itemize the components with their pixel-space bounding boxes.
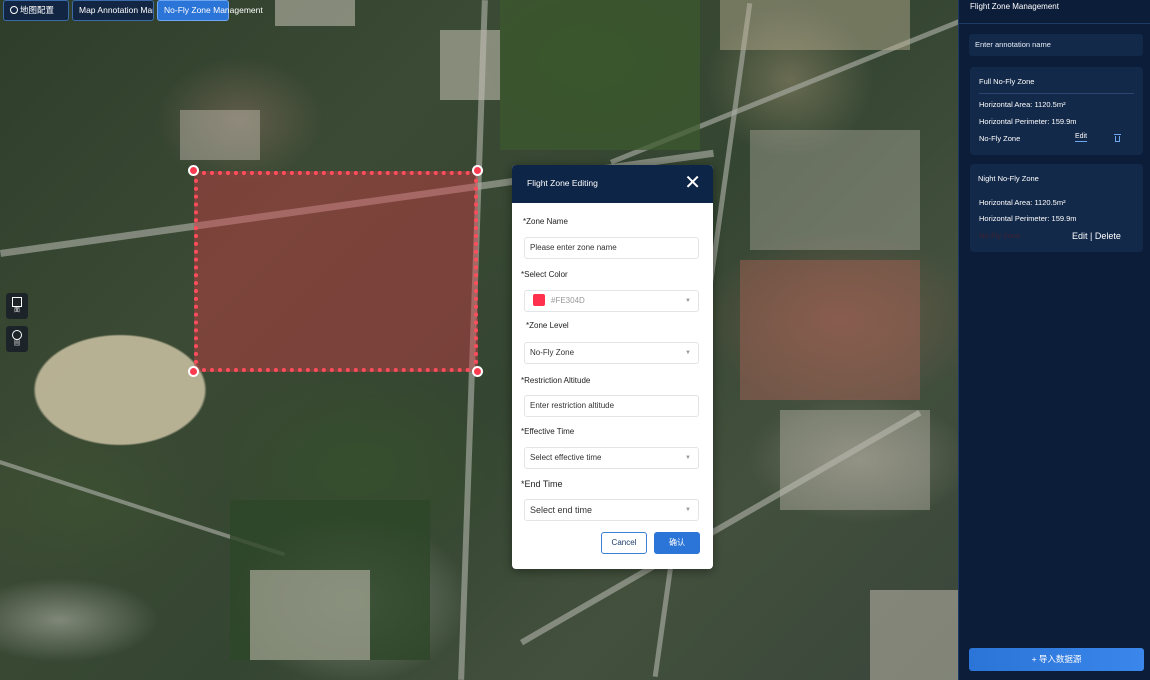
- zone-level-select[interactable]: No-Fly Zone ▼: [524, 342, 699, 364]
- zone-card-full-no-fly[interactable]: Full No-Fly Zone Horizontal Area: 1120.5…: [970, 67, 1143, 155]
- map-building: [870, 590, 958, 680]
- dialog-header: Flight Zone Editing ✕: [512, 165, 713, 203]
- effective-time-picker[interactable]: Select effective time ▼: [524, 447, 699, 469]
- zone-card-name: Night No-Fly Zone: [978, 174, 1039, 183]
- zone-card-name: Full No-Fly Zone: [979, 77, 1035, 86]
- map-building: [750, 130, 920, 250]
- trash-icon[interactable]: [1114, 134, 1121, 142]
- select-color-label: *Select Color: [521, 270, 568, 279]
- map-building: [250, 570, 370, 660]
- map-field: [720, 0, 910, 50]
- card-divider: [979, 93, 1134, 94]
- chevron-down-icon: ▼: [685, 455, 691, 461]
- zone-name-input[interactable]: Please enter zone name: [524, 237, 699, 259]
- zone-level-label: *Zone Level: [526, 321, 569, 330]
- zone-card-perimeter: Horizontal Perimeter: 159.9m: [979, 117, 1077, 126]
- panel-title: Flight Zone Management: [970, 2, 1059, 11]
- restriction-altitude-label: *Restriction Altitude: [521, 376, 591, 385]
- map-building: [275, 0, 355, 26]
- zone-card-area: Horizontal Area: 1120.5m²: [979, 100, 1066, 109]
- annotation-search-input[interactable]: Enter annotation name: [969, 34, 1143, 56]
- zone-level-value: No-Fly Zone: [530, 348, 575, 357]
- close-icon[interactable]: ✕: [684, 173, 701, 193]
- restriction-altitude-input[interactable]: Enter restriction altitude: [524, 395, 699, 417]
- zone-name-label: *Zone Name: [523, 217, 568, 226]
- tab-label: Map Annotation Management: [79, 5, 153, 15]
- zone-card-type: No-Fly Zone: [979, 231, 1021, 240]
- panel-divider: [959, 23, 1150, 24]
- end-time-placeholder: Select end time: [530, 505, 593, 515]
- tab-map-annotation[interactable]: Map Annotation Management: [72, 0, 154, 21]
- cancel-button[interactable]: Cancel: [601, 532, 647, 554]
- chevron-down-icon: ▼: [685, 350, 691, 356]
- map-building: [780, 410, 930, 510]
- end-time-label: *End Time: [521, 479, 563, 489]
- zone-card-area: Horizontal Area: 1120.5m²: [979, 198, 1066, 207]
- map-field: [500, 0, 700, 150]
- polygon-vertex-handle[interactable]: [472, 165, 483, 176]
- flight-zone-edit-dialog: Flight Zone Editing ✕ *Zone Name Please …: [512, 165, 713, 569]
- color-value: #FE304D: [551, 296, 585, 305]
- effective-time-label: *Effective Time: [521, 427, 575, 436]
- satellite-map[interactable]: [0, 0, 958, 680]
- dialog-title: Flight Zone Editing: [527, 178, 598, 188]
- tab-label: No-Fly Zone Management: [164, 5, 263, 15]
- zone-name-placeholder: Please enter zone name: [530, 243, 617, 252]
- zone-card-night-no-fly[interactable]: Night No-Fly Zone Horizontal Area: 1120.…: [970, 164, 1143, 252]
- confirm-button[interactable]: 确认: [654, 532, 700, 554]
- color-swatch: [533, 294, 545, 306]
- map-building: [740, 260, 920, 400]
- polygon-draw-icon: [12, 297, 22, 307]
- tab-label: 地图配置: [20, 5, 55, 15]
- compass-icon: [10, 6, 18, 14]
- map-building: [440, 30, 500, 100]
- search-placeholder: Enter annotation name: [975, 40, 1051, 49]
- chevron-down-icon: ▼: [685, 298, 691, 304]
- zone-card-type: No-Fly Zone: [979, 134, 1021, 143]
- no-fly-zone-polygon[interactable]: [194, 171, 478, 372]
- circle-draw-tool[interactable]: 圆: [6, 326, 28, 352]
- tool-label: 圆: [13, 341, 20, 347]
- restriction-altitude-placeholder: Enter restriction altitude: [530, 401, 615, 410]
- edit-delete-actions[interactable]: Edit | Delete: [1072, 231, 1121, 241]
- flight-zone-management-panel: Flight Zone Management Enter annotation …: [958, 0, 1150, 680]
- effective-time-placeholder: Select effective time: [530, 453, 602, 462]
- polygon-vertex-handle[interactable]: [188, 165, 199, 176]
- end-time-picker[interactable]: Select end time ▼: [524, 499, 699, 521]
- polygon-draw-tool[interactable]: 面: [6, 293, 28, 319]
- tool-label: 面: [13, 308, 20, 314]
- import-data-source-button[interactable]: + 导入数据源: [969, 648, 1144, 671]
- chevron-down-icon: ▼: [685, 507, 691, 513]
- map-building: [180, 110, 260, 160]
- polygon-vertex-handle[interactable]: [472, 366, 483, 377]
- tab-map-config[interactable]: 地图配置: [3, 0, 69, 21]
- color-select[interactable]: #FE304D ▼: [524, 290, 699, 312]
- circle-draw-icon: [12, 330, 22, 340]
- zone-card-perimeter: Horizontal Perimeter: 159.9m: [979, 214, 1077, 223]
- tab-no-fly-zone[interactable]: No-Fly Zone Management: [157, 0, 263, 21]
- polygon-vertex-handle[interactable]: [188, 366, 199, 377]
- edit-link[interactable]: Edit: [1075, 133, 1088, 142]
